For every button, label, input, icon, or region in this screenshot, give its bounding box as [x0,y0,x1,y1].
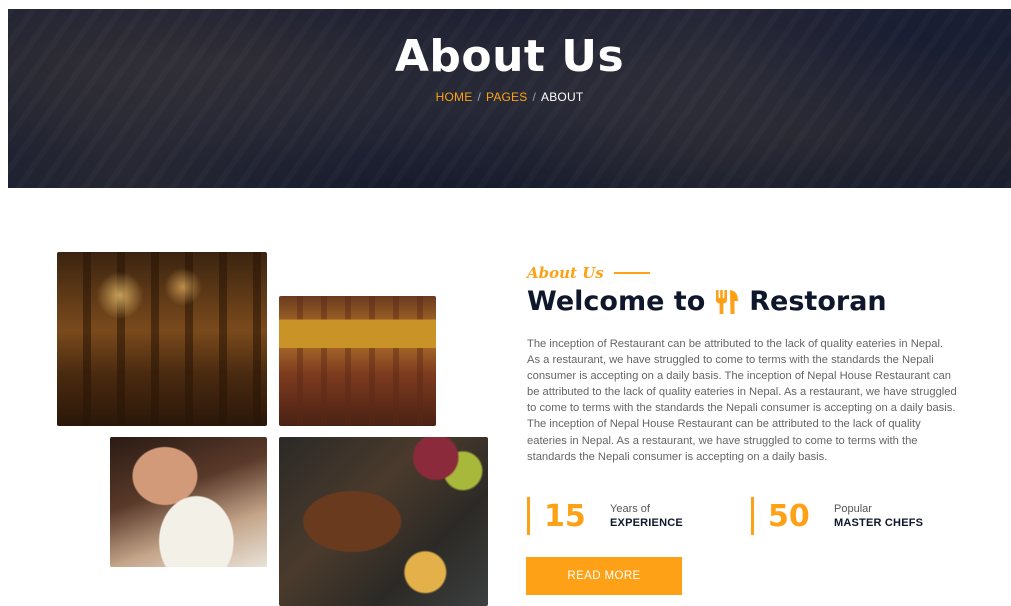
stat-experience: 15 Years of EXPERIENCE [527,497,683,535]
read-more-button[interactable]: READ MORE [526,557,682,595]
stat-master-chefs: 50 Popular MASTER CHEFS [751,497,923,535]
stat-small-label: Popular [834,503,872,515]
breadcrumb-pages-link[interactable]: PAGES [486,90,527,104]
food-platter-image [279,437,488,606]
utensils-icon [713,288,741,316]
dining-room-image [279,296,436,426]
stat-text: Popular MASTER CHEFS [834,502,923,530]
restaurant-interior-image [57,252,267,426]
breadcrumb: HOME / PAGES / ABOUT [8,90,1011,104]
heading-prefix: Welcome to [527,286,706,317]
stat-big-label: EXPERIENCE [610,517,683,529]
stat-number: 15 [544,498,586,534]
breadcrumb-separator: / [477,90,481,104]
stat-small-label: Years of [610,503,650,515]
stat-big-label: MASTER CHEFS [834,517,924,529]
breadcrumb-current: ABOUT [541,90,584,104]
page-header-hero: About Us HOME / PAGES / ABOUT [8,9,1011,188]
section-eyebrow: About Us [527,264,650,282]
section-heading: Welcome to Restoran [527,286,887,317]
heading-brand: Restoran [749,286,887,317]
eyebrow-divider [613,272,650,274]
about-paragraph: The inception of Restaurant can be attri… [527,338,957,463]
page-title: About Us [394,31,625,82]
breadcrumb-home-link[interactable]: HOME [436,90,473,104]
eyebrow-text: About Us [527,264,604,282]
breadcrumb-separator: / [532,90,537,104]
stat-number: 50 [768,498,810,534]
stat-text: Years of EXPERIENCE [610,502,683,530]
salad-dish-image [110,437,267,567]
